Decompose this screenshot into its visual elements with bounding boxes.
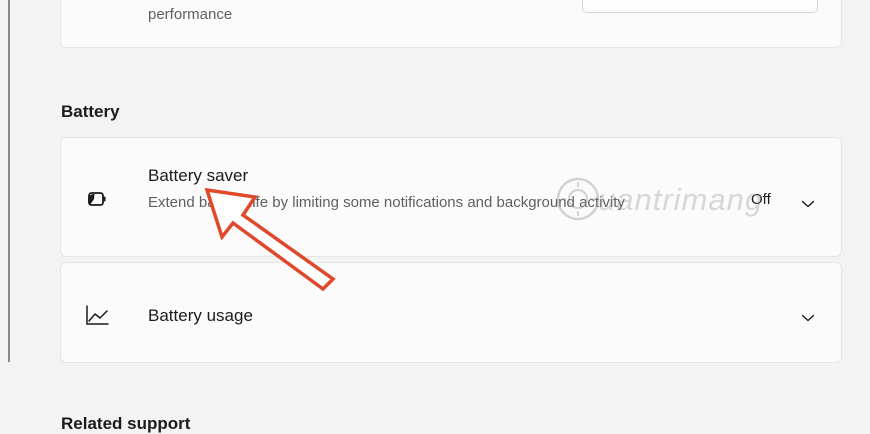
battery-saver-row[interactable]: Battery saver Extend battery life by lim… xyxy=(60,137,842,257)
chevron-down-icon[interactable] xyxy=(801,196,815,208)
power-mode-card: performance xyxy=(60,0,842,48)
chevron-down-icon[interactable] xyxy=(801,310,815,322)
battery-saver-title: Battery saver xyxy=(148,166,249,185)
power-mode-description: performance xyxy=(148,6,233,23)
related-support-title: Related support xyxy=(61,414,191,433)
window-left-edge xyxy=(0,0,10,362)
power-mode-dropdown[interactable] xyxy=(582,0,818,13)
battery-usage-row[interactable]: Battery usage xyxy=(60,262,842,363)
battery-saver-status: Off xyxy=(751,191,771,208)
line-chart-icon xyxy=(85,304,109,326)
battery-section-title: Battery xyxy=(61,102,120,121)
battery-usage-title: Battery usage xyxy=(148,306,253,325)
battery-saver-icon xyxy=(85,188,107,210)
battery-saver-description: Extend battery life by limiting some not… xyxy=(148,194,625,211)
